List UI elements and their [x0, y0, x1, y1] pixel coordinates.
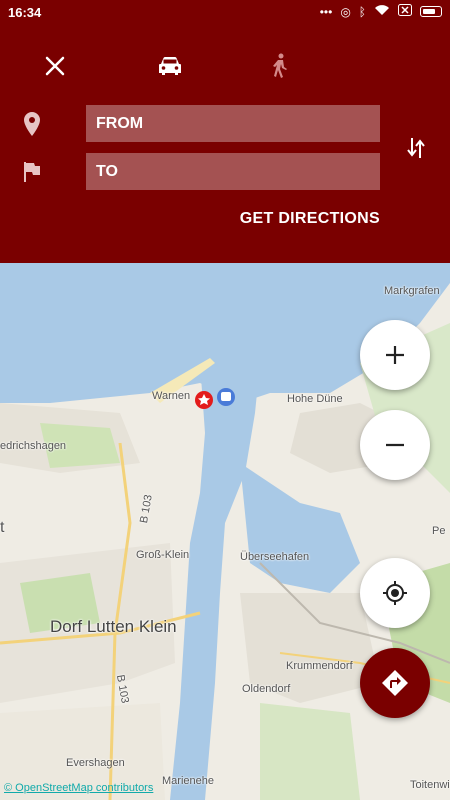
map-label: t [0, 519, 5, 536]
map-label: Warnen [152, 390, 191, 402]
map-label: Dorf Lutten Klein [50, 617, 177, 636]
location-pin-icon [12, 104, 52, 144]
crosshair-icon [383, 581, 407, 605]
get-directions-button[interactable]: GET DIRECTIONS [240, 210, 380, 228]
map-label: Hohe Düne [287, 393, 343, 405]
map-label: Überseehafen [240, 551, 310, 563]
map-view[interactable]: Markgrafen Warnen Hohe Düne edrichshagen… [0, 263, 450, 800]
map-label: Evershagen [66, 757, 125, 769]
map-label: Pe [432, 525, 446, 537]
swap-vertical-icon[interactable] [396, 128, 436, 168]
zoom-out-button[interactable] [360, 410, 430, 480]
car-icon[interactable] [150, 46, 190, 86]
osm-attribution-link[interactable]: © OpenStreetMap contributors [4, 782, 153, 794]
status-bar: 16:34 ••• ◎ ᛒ [0, 0, 450, 24]
more-icon: ••• [319, 4, 333, 19]
my-location-button[interactable] [360, 558, 430, 628]
map-label: Marienehe [162, 775, 214, 787]
from-input[interactable] [86, 105, 380, 142]
alarm-icon: ◎ [340, 4, 351, 19]
map-label: Groß-Klein [136, 549, 190, 561]
sim-icon [398, 4, 412, 19]
directions-button[interactable] [360, 648, 430, 718]
mode-row [0, 46, 450, 86]
plus-icon [386, 346, 404, 364]
walk-icon[interactable] [260, 46, 300, 86]
map-label: edrichshagen [0, 440, 67, 452]
map-label: Krummendorf [286, 660, 353, 672]
status-icons: ••• ◎ ᛒ [320, 4, 442, 19]
close-icon[interactable] [35, 46, 75, 86]
status-time: 16:34 [8, 5, 42, 20]
map-label: Oldendorf [242, 683, 291, 695]
directions-icon [382, 670, 408, 696]
map-label: Toitenwi [410, 779, 450, 791]
flag-icon [12, 152, 52, 192]
directions-header: GET DIRECTIONS [0, 24, 450, 263]
bluetooth-icon: ᛒ [358, 4, 366, 19]
zoom-in-button[interactable] [360, 320, 430, 390]
wifi-icon [374, 4, 390, 19]
map-label: Markgrafen [384, 285, 440, 297]
to-input[interactable] [86, 153, 380, 190]
minus-icon [386, 443, 404, 447]
battery-icon [420, 6, 442, 17]
